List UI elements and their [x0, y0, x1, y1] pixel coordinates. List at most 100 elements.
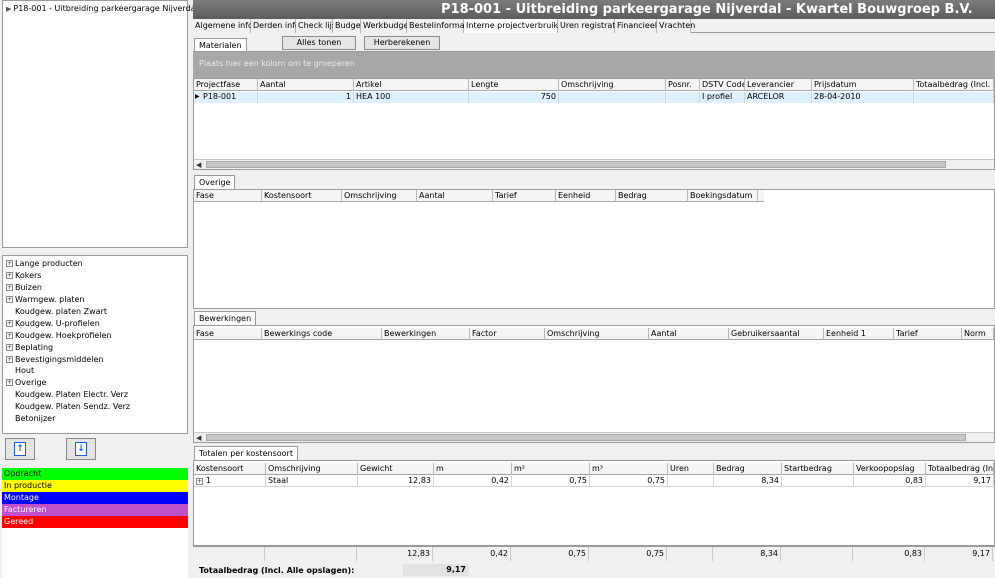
tree-item[interactable]: + Beplating — [3, 341, 187, 353]
cell[interactable]: 0,83 — [854, 476, 926, 487]
cell[interactable] — [666, 92, 700, 103]
column-header[interactable]: Bedrag — [714, 463, 782, 475]
tree-item[interactable]: + Koudgew. U-profielen — [3, 317, 187, 329]
column-header[interactable]: Totaalbedrag (Incl. Alle — [914, 79, 994, 91]
category-tree[interactable]: + Lange producten + Kokers + Buizen + Warmgew. … — [2, 255, 188, 434]
tree-item[interactable]: Koudgew. Platen Electr. Verz — [3, 389, 187, 401]
tree-item[interactable]: + Bevestigingsmiddelen — [3, 353, 187, 365]
tab-check-lijst[interactable]: Check lijst — [296, 19, 339, 33]
tab-bewerkingen[interactable]: Bewerkingen — [194, 311, 257, 325]
expand-plus-icon[interactable]: + — [6, 296, 13, 304]
tab-bestelinformatie[interactable]: Bestelinformatie — [407, 19, 475, 33]
column-header[interactable]: Omschrijving — [545, 328, 649, 340]
column-header[interactable]: m — [434, 463, 512, 475]
cell[interactable]: Staal — [266, 476, 358, 487]
column-header[interactable]: Uren — [668, 463, 714, 475]
tab-algemene-info-[interactable]: Algemene info. — [193, 19, 255, 33]
tab-budget[interactable]: Budget — [333, 19, 364, 33]
column-header[interactable]: Bewerkings code — [262, 328, 382, 340]
cell[interactable]: 750 — [469, 92, 559, 103]
group-by-panel[interactable]: Plaats hier een kolom om te groeperen — [193, 52, 995, 78]
column-header[interactable]: Tarief — [894, 328, 962, 340]
expand-plus-icon[interactable]: + — [6, 260, 13, 268]
expand-plus-icon[interactable]: + — [196, 478, 203, 485]
show-all-button[interactable]: Alles tonen — [282, 36, 356, 50]
cell[interactable]: P18-001 — [194, 92, 258, 103]
expand-plus-icon[interactable]: + — [6, 272, 13, 280]
expand-plus-icon[interactable]: + — [6, 379, 13, 387]
column-header[interactable]: Kostensoort — [262, 190, 342, 202]
column-header[interactable]: Leverancier — [745, 79, 812, 91]
tree-item[interactable]: + Koudgew. Hoekprofielen — [3, 329, 187, 341]
column-header[interactable]: Fase — [194, 328, 262, 340]
tab-vrachten[interactable]: Vrachten — [657, 19, 695, 33]
tree-item[interactable]: Koudgew. platen Zwart — [3, 306, 187, 318]
cell[interactable]: 1 — [194, 476, 266, 487]
column-header[interactable]: Bedrag — [616, 190, 688, 202]
column-header[interactable]: Tarief — [493, 190, 556, 202]
cell[interactable]: 1 — [258, 92, 354, 103]
recalculate-button[interactable]: Herberekenen — [364, 36, 440, 50]
cell[interactable]: 9,17 — [926, 476, 994, 487]
tab-financieel[interactable]: Financieel — [615, 19, 657, 33]
move-down-button[interactable]: ↓ — [66, 438, 96, 460]
column-header[interactable]: m³ — [590, 463, 668, 475]
column-header[interactable]: Aantal — [258, 79, 354, 91]
cell[interactable] — [914, 92, 994, 103]
table-row[interactable]: P18-001 1 HEA 100 750 I profiel ARCELOR 28-04-… — [194, 92, 994, 103]
tab-derden-info[interactable]: Derden info — [251, 19, 300, 33]
tab-werkbudget[interactable]: Werkbudget — [361, 19, 412, 33]
cell[interactable]: 28-04-2010 — [812, 92, 914, 103]
column-header[interactable]: Verkoopopslag — [854, 463, 926, 475]
materialen-grid[interactable]: Projectfase Aantal Artikel Lengte Omschrijvi… — [193, 78, 995, 170]
tree-item[interactable]: + Overige — [3, 377, 187, 389]
column-header[interactable]: Artikel — [354, 79, 469, 91]
cell[interactable] — [782, 476, 854, 487]
cell[interactable] — [668, 476, 714, 487]
cell[interactable]: HEA 100 — [354, 92, 469, 103]
column-header[interactable]: Startbedrag — [782, 463, 854, 475]
column-header[interactable]: Projectfase — [194, 79, 258, 91]
column-header[interactable]: m² — [512, 463, 590, 475]
expand-plus-icon[interactable]: + — [6, 343, 13, 351]
cell[interactable] — [559, 92, 666, 103]
column-header[interactable]: Prijsdatum — [812, 79, 914, 91]
column-header[interactable]: DSTV Code — [700, 79, 745, 91]
column-header[interactable]: Aantal — [417, 190, 493, 202]
tree-item[interactable]: Betonijzer — [3, 413, 187, 425]
tree-item[interactable]: + Warmgew. platen — [3, 294, 187, 306]
column-header[interactable]: Fase — [194, 190, 262, 202]
tab-uren-registratie[interactable]: Uren registratie — [558, 19, 623, 33]
cell[interactable]: 8,34 — [714, 476, 782, 487]
table-row[interactable]: 1 Staal 12,83 0,42 0,75 0,75 8,34 0,83 9,17 + — [194, 476, 994, 487]
cell[interactable]: 0,42 — [434, 476, 512, 487]
expand-plus-icon[interactable]: + — [6, 319, 13, 327]
tab-materialen[interactable]: Materialen — [194, 38, 247, 52]
column-header[interactable]: Gebruikersaantal — [729, 328, 824, 340]
main-tabs[interactable]: Algemene info. Derden info Check lijst Budg… — [193, 19, 995, 33]
bewerkingen-grid[interactable]: Fase Bewerkings code Bewerkingen Factor Omsc… — [193, 325, 995, 443]
tab-interne-projectverbruiken[interactable]: Interne projectverbruiken — [464, 19, 568, 33]
column-header[interactable]: Lengte — [469, 79, 559, 91]
tree-item[interactable]: + Kokers — [3, 270, 187, 282]
expand-plus-icon[interactable]: + — [6, 355, 13, 363]
column-header[interactable]: Totaalbedrag (Incl. — [926, 463, 994, 475]
column-header[interactable]: Boekingsdatum — [688, 190, 758, 202]
column-header[interactable]: Norm — [962, 328, 994, 340]
column-header[interactable]: Factor — [470, 328, 545, 340]
scroll-thumb[interactable] — [206, 434, 966, 441]
cell[interactable]: 0,75 — [590, 476, 668, 487]
expand-plus-icon[interactable]: + — [6, 284, 13, 292]
tab-overige[interactable]: Overige — [194, 175, 236, 189]
project-list[interactable]: ▶ P18-001 - Uitbreiding parkeergarage Ni… — [2, 0, 198, 248]
bewerkingen-hscroll[interactable]: ◀ — [194, 432, 994, 442]
expand-plus-icon[interactable]: + — [6, 331, 13, 339]
project-list-item[interactable]: ▶ P18-001 - Uitbreiding parkeergarage Ni… — [6, 4, 198, 13]
column-header[interactable]: Gewicht — [358, 463, 434, 475]
tree-item[interactable]: Koudgew. Platen Sendz. Verz — [3, 401, 187, 413]
column-header[interactable]: Eenheid — [556, 190, 616, 202]
column-header[interactable]: Posnr. — [666, 79, 700, 91]
move-up-button[interactable]: ↑ — [5, 438, 35, 460]
column-header[interactable]: Omschrijving — [559, 79, 666, 91]
tree-item[interactable]: Hout — [3, 365, 187, 377]
